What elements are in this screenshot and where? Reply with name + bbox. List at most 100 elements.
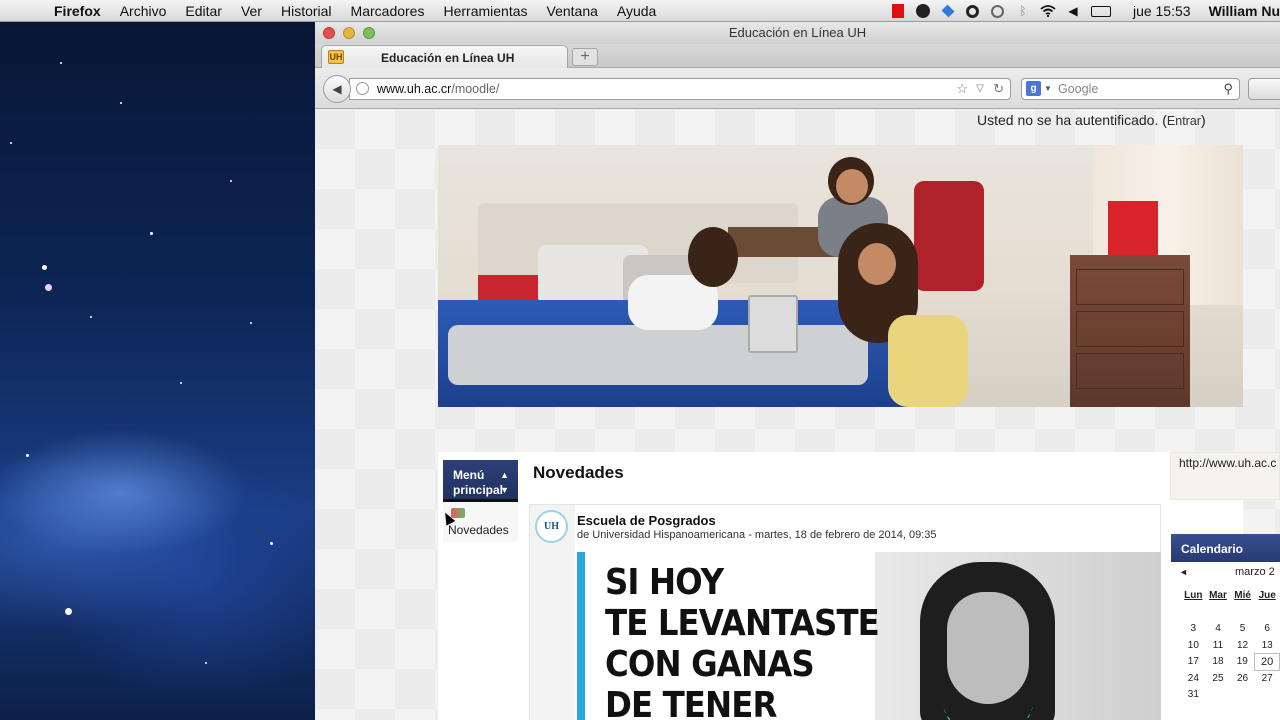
banner-person-face [836, 169, 868, 203]
auth-message: Usted no se ha autentificado. ( [977, 112, 1167, 128]
calendar-weekday: Mié [1234, 589, 1251, 601]
calendar-day: 11 [1212, 639, 1224, 651]
poster-line: DE TENER [605, 685, 777, 720]
tab-active[interactable]: UH Educación en Línea UH [321, 45, 568, 69]
menu-marcadores[interactable]: Marcadores [351, 3, 425, 19]
url-history-dropdown-icon[interactable]: ▽ [976, 79, 984, 99]
right-block-url[interactable]: http://www.uh.ac.c [1170, 452, 1280, 500]
calendar-day [1255, 604, 1280, 621]
menu-ayuda[interactable]: Ayuda [617, 3, 656, 19]
poster-headline: SI HOY TE LEVANTASTE CON GANAS DE TENER [605, 562, 880, 720]
url-bar[interactable]: www.uh.ac.cr/moodle/ ☆ ▽ ↻ [349, 78, 1011, 100]
menubar-clock[interactable]: jue 15:53 [1133, 3, 1191, 19]
banner-person-head [688, 227, 738, 287]
calendar-title[interactable]: Calendario [1171, 534, 1280, 562]
navigation-toolbar: www.uh.ac.cr/moodle/ ☆ ▽ ↻ ◀ g ▼ Google … [315, 68, 1280, 109]
red-app-icon[interactable] [890, 4, 906, 18]
main-content-area: Menú principal ▲ ▼ Novedades Novedades UH… [438, 452, 1243, 720]
menu-editar[interactable]: Editar [185, 3, 222, 19]
back-button[interactable]: ◀ [323, 75, 351, 103]
calendar-day: 12 [1237, 639, 1249, 651]
desktop-wallpaper [0, 22, 315, 720]
center-column: Novedades UH Escuela de Posgrados de Uni… [529, 452, 1161, 720]
menu-ventana[interactable]: Ventana [547, 3, 598, 19]
browser-window: Educación en Línea UH UH Educación en Lí… [315, 22, 1280, 720]
star [10, 142, 12, 144]
calendar-block: Calendario ◄ marzo 2 Lun Mar Mié Jue 3 4 5… [1171, 534, 1280, 720]
calendar-day: 6 [1264, 623, 1270, 635]
main-menu-item-novedades[interactable]: Novedades [448, 523, 509, 537]
section-heading: Novedades [533, 463, 624, 482]
star [26, 454, 29, 457]
url-host: www.uh.ac.cr [377, 82, 452, 96]
close-window-button[interactable] [323, 27, 335, 39]
poster-line: CON GANAS [605, 644, 815, 685]
minimize-window-button[interactable] [343, 27, 355, 39]
tab-title: Educación en Línea UH [381, 51, 515, 65]
collapse-icon[interactable]: ▲ ▼ [500, 468, 509, 498]
poster-necklace [943, 702, 1033, 720]
star [180, 382, 182, 384]
banner-folder [1108, 201, 1158, 257]
dropbox-icon[interactable] [940, 4, 956, 18]
sync-icon[interactable] [965, 4, 981, 18]
uh-favicon-icon: UH [328, 50, 344, 64]
calendar-day [1181, 604, 1206, 621]
google-engine-icon[interactable]: g [1026, 81, 1041, 96]
auth-close-paren: ) [1200, 112, 1206, 128]
login-link[interactable]: Entrar [1167, 114, 1201, 128]
post-meta: de Universidad Hispanoamericana - martes… [577, 529, 937, 541]
header-banner-image [438, 145, 1243, 407]
new-tab-button[interactable]: + [572, 48, 598, 66]
search-bar[interactable]: g ▼ Google ⚲ [1021, 78, 1240, 100]
forum-post: UH Escuela de Posgrados de Universidad H… [529, 504, 1161, 720]
search-placeholder: Google [1058, 82, 1099, 96]
bookmarks-button[interactable] [1248, 78, 1280, 100]
calendar-day [1255, 687, 1280, 704]
menu-archivo[interactable]: Archivo [120, 3, 167, 19]
star [60, 62, 62, 64]
main-menu-block-header[interactable]: Menú principal ▲ ▼ [443, 460, 518, 502]
poster-line: SI HOY [605, 562, 724, 603]
main-menu-block-body: Novedades [443, 502, 518, 542]
calendar-day [1206, 687, 1231, 704]
menu-app-name[interactable]: Firefox [54, 3, 101, 19]
calendar-month-label: marzo 2 [1235, 566, 1275, 578]
bluetooth-icon[interactable]: ᛒ [1015, 4, 1031, 18]
author-avatar[interactable]: UH [535, 510, 568, 543]
calendar-nav: ◄ marzo 2 [1171, 562, 1280, 584]
calendar-grid: Lun Mar Mié Jue 3 4 5 6 10 11 12 13 17 18 19 20 2… [1181, 586, 1280, 703]
menubar-user[interactable]: William Nu [1209, 3, 1280, 19]
search-icon[interactable]: ⚲ [1223, 79, 1233, 99]
site-identity-icon[interactable] [356, 82, 369, 95]
post-poster-image: SI HOY TE LEVANTASTE CON GANAS DE TENER [575, 552, 1161, 720]
wifi-icon[interactable] [1040, 4, 1056, 18]
main-menu-title-line1: Menú [453, 468, 485, 482]
calendar-day-today[interactable]: 20 [1254, 653, 1280, 671]
menu-ver[interactable]: Ver [241, 3, 262, 19]
calendar-day: 27 [1261, 673, 1273, 684]
calendar-prev-month-icon[interactable]: ◄ [1179, 567, 1188, 577]
calendar-weekday: Jue [1258, 589, 1276, 601]
battery-icon[interactable] [1090, 4, 1112, 18]
banner-tablet [748, 295, 798, 353]
calendar-day [1230, 604, 1255, 621]
star [42, 265, 47, 270]
star [150, 232, 153, 235]
engine-dropdown-icon[interactable]: ▼ [1044, 79, 1052, 99]
menu-herramientas[interactable]: Herramientas [443, 3, 527, 19]
reload-icon[interactable]: ↻ [993, 79, 1004, 99]
volume-icon[interactable]: ◀ [1065, 4, 1081, 18]
zoom-window-button[interactable] [363, 27, 375, 39]
star [65, 608, 72, 615]
calendar-day: 24 [1187, 672, 1199, 684]
main-menu-title-line2: principal [453, 483, 504, 497]
menu-historial[interactable]: Historial [281, 3, 332, 19]
bookmark-star-icon[interactable]: ☆ [956, 79, 968, 99]
time-machine-icon[interactable] [990, 4, 1006, 18]
calendar-day: 17 [1187, 656, 1199, 668]
star [45, 284, 52, 291]
evernote-icon[interactable] [915, 4, 931, 18]
calendar-day: 18 [1212, 656, 1224, 668]
window-titlebar[interactable]: Educación en Línea UH [315, 22, 1280, 44]
